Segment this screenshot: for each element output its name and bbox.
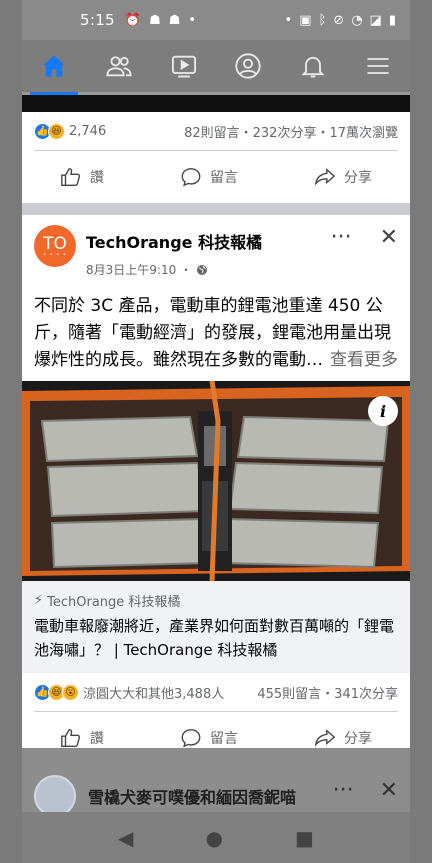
no-signal-icon: ◪	[369, 12, 382, 28]
share-button[interactable]: 分享	[314, 727, 372, 749]
home-button-icon[interactable]: ●	[206, 826, 223, 850]
active-tab-indicator	[30, 92, 78, 95]
battery-icon: ▮	[388, 12, 396, 28]
post3-avatar[interactable]	[34, 775, 76, 817]
post-author[interactable]: TechOrange 科技報橘	[86, 229, 262, 253]
bell-icon	[301, 56, 325, 78]
dot-icon: •	[188, 12, 197, 28]
android-icon: ☗	[168, 12, 181, 28]
wow-reaction-icon: 😮	[62, 683, 79, 701]
battery-pack-photo	[22, 381, 410, 581]
link-headline[interactable]: 電動車報廢潮將近，產業界如何面對數百萬噸的「鋰電池海嘯」？ | TechOran…	[34, 614, 398, 662]
nav-profile[interactable]	[226, 44, 270, 88]
globe-icon	[197, 264, 208, 275]
status-bar: 5:15 ⏰ ☗ ☗ • • ▣ ᛒ ⊘ ◔ ◪ ▮	[22, 0, 410, 40]
link-source-row: ⚡ TechOrange 科技報橘	[34, 591, 398, 610]
nav-friends[interactable]	[97, 44, 141, 88]
dot-icon: •	[284, 12, 293, 28]
post1-reaction-count: 2,746	[69, 123, 107, 139]
like-label: 讚	[90, 170, 104, 186]
share-icon	[314, 729, 336, 747]
status-left-icons: ⏰ ☗ ☗ •	[125, 13, 196, 28]
thumbs-up-icon	[61, 168, 81, 186]
nav-home[interactable]	[32, 44, 76, 88]
comment-button[interactable]: 留言	[180, 727, 238, 749]
top-nav	[22, 40, 410, 95]
haha-reaction-icon: 😆	[48, 122, 65, 140]
post2-header: TO • • • • TechOrange 科技報橘 8月3日上午9:10 ・ …	[22, 215, 410, 281]
post3-tools: ··· ✕	[333, 778, 398, 803]
page-avatar[interactable]: TO • • • •	[34, 225, 76, 267]
system-navigation-bar: ◀ ● ■	[22, 812, 410, 863]
alarm-icon: ⏰	[124, 12, 142, 28]
comment-button[interactable]: 留言	[180, 166, 238, 188]
nav-watch[interactable]	[162, 44, 206, 88]
post3-header: 雪橇犬麥可噗優和緬因喬鈮喵	[34, 775, 296, 817]
watch-icon	[171, 55, 196, 78]
comment-label: 留言	[210, 731, 238, 747]
post-body: 不同於 3C 產品，電動車的鋰電池重達 450 公斤，隨著「電動經濟」的發展，鋰…	[22, 281, 410, 381]
left-dim-margin	[0, 0, 22, 863]
post1-engagement[interactable]: 82則留言・232次分享・17萬次瀏覽	[184, 122, 398, 141]
like-button[interactable]: 讚	[60, 166, 104, 188]
home-icon	[43, 55, 65, 77]
post1-stats[interactable]: 👍 😆 2,746 82則留言・232次分享・17萬次瀏覽	[22, 112, 410, 150]
thumbs-up-icon	[61, 729, 81, 747]
bolt-icon: ⚡	[34, 593, 44, 608]
close-icon[interactable]: ✕	[380, 778, 398, 803]
share-icon	[314, 168, 336, 186]
like-label: 讚	[90, 731, 104, 747]
post2-reaction-text: 涼圓大大和其他3,488人	[83, 686, 225, 702]
nav-menu[interactable]	[356, 44, 400, 88]
post-time[interactable]: 8月3日上午9:10 ・	[86, 261, 192, 278]
vibrate-icon: ⊘	[333, 12, 345, 28]
post2-stats[interactable]: 👍 😆 😮 涼圓大大和其他3,488人 455則留言・341次分享	[22, 673, 410, 711]
status-right-icons: • ▣ ᛒ ⊘ ◔ ◪ ▮	[285, 13, 396, 28]
back-icon[interactable]: ◀	[118, 826, 133, 850]
share-button[interactable]: 分享	[314, 166, 372, 188]
link-source: TechOrange 科技報橘	[47, 595, 181, 610]
comment-label: 留言	[210, 170, 238, 186]
clock: 5:15	[80, 11, 115, 29]
like-button[interactable]: 讚	[60, 727, 104, 749]
post3-author[interactable]: 雪橇犬麥可噗優和緬因喬鈮喵	[88, 784, 296, 808]
profile-icon	[235, 53, 261, 79]
post2-reactions: 👍 😆 😮	[34, 683, 79, 701]
nav-notifications[interactable]	[291, 44, 335, 88]
close-icon[interactable]: ✕	[380, 225, 398, 281]
see-more-link[interactable]: 查看更多	[330, 347, 398, 374]
avatar-text: TO	[43, 234, 67, 254]
post2-engagement[interactable]: 455則留言・341次分享	[257, 683, 398, 702]
previous-post-image-edge	[22, 95, 410, 112]
right-dim-margin	[410, 0, 432, 863]
app-frame: 5:15 ⏰ ☗ ☗ • • ▣ ᛒ ⊘ ◔ ◪ ▮ 👍 😆 2,746 82則…	[22, 0, 410, 863]
wifi-icon: ◔	[351, 12, 363, 28]
more-options-icon[interactable]: ···	[333, 778, 354, 803]
menu-icon	[367, 58, 389, 74]
info-icon[interactable]: i	[368, 396, 398, 426]
post-meta: 8月3日上午9:10 ・	[86, 261, 262, 278]
link-preview[interactable]: ⚡ TechOrange 科技報橘 電動車報廢潮將近，產業界如何面對數百萬噸的「…	[22, 581, 410, 673]
comment-icon	[181, 729, 201, 748]
share-label: 分享	[344, 170, 372, 186]
share-label: 分享	[344, 731, 372, 747]
bluetooth-icon: ᛒ	[318, 12, 327, 28]
android-icon: ☗	[149, 12, 161, 28]
post-image[interactable]: i	[22, 381, 410, 581]
more-options-icon[interactable]: ···	[331, 225, 352, 281]
avatar-dots: • • • •	[43, 252, 67, 258]
post1-reactions: 👍 😆	[34, 122, 65, 140]
comment-icon	[181, 168, 201, 187]
post1-actions: 讚 留言 分享	[22, 151, 410, 203]
feed-separator	[22, 203, 410, 215]
friends-icon	[106, 56, 132, 77]
cast-icon: ▣	[299, 12, 312, 28]
recents-icon[interactable]: ■	[295, 826, 314, 850]
